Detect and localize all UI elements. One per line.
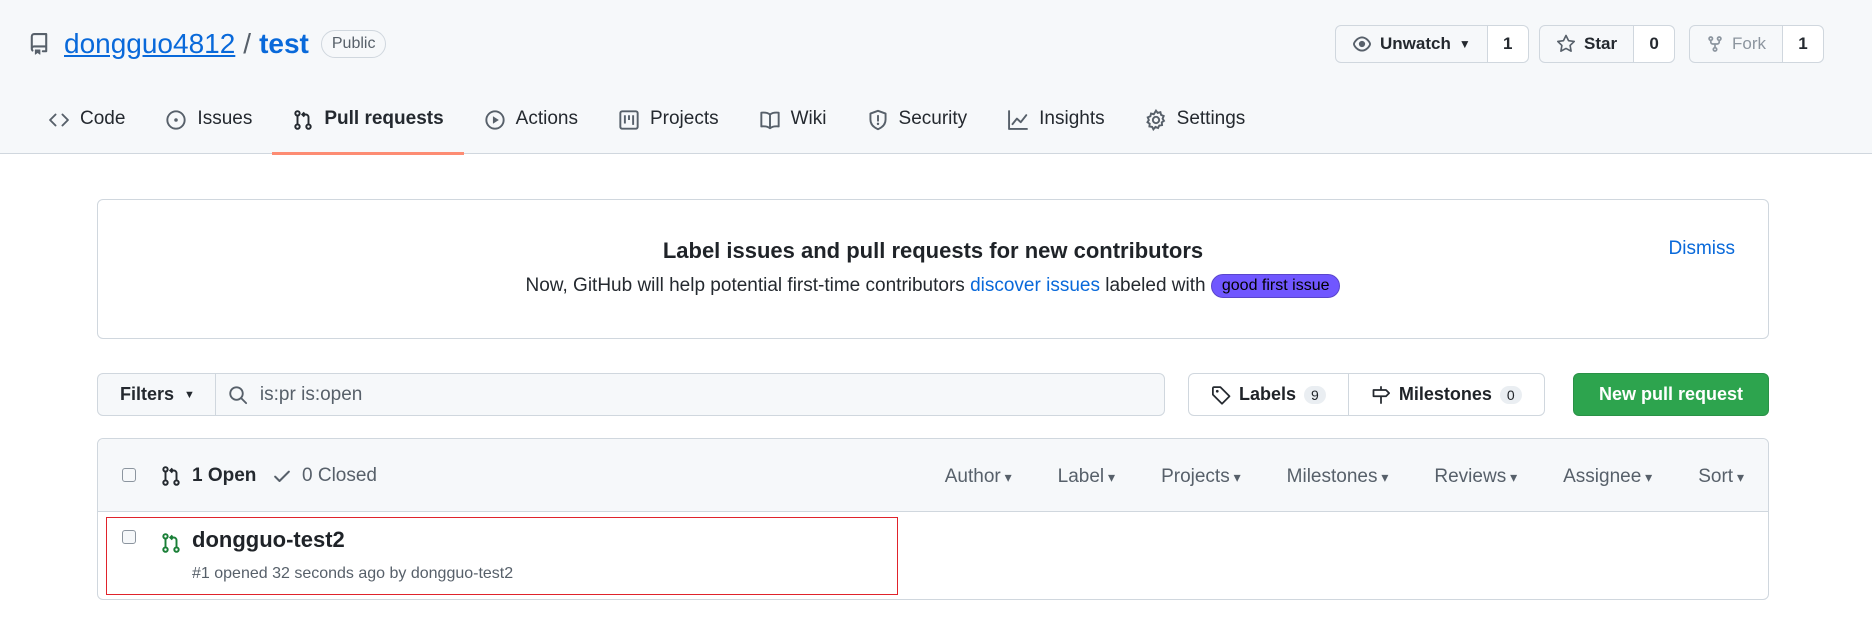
- watch-button-group: Unwatch ▼ 1: [1335, 25, 1529, 63]
- labels-label: Labels: [1239, 384, 1297, 404]
- list-header: 1 Open 0 Closed Author Label Projects Mi…: [98, 439, 1768, 512]
- tab-label: Code: [80, 108, 126, 129]
- visibility-badge: Public: [320, 30, 387, 58]
- book-icon: [760, 111, 780, 130]
- eye-icon: [1353, 36, 1371, 52]
- search-icon: [229, 385, 247, 404]
- star-button[interactable]: Star: [1540, 26, 1635, 62]
- fork-button-group: Fork 1: [1689, 25, 1824, 63]
- contributor-banner: Label issues and pull requests for new c…: [97, 199, 1769, 339]
- repo-header: dongguo4812 / test Public Unwatch ▼ 1 St…: [0, 0, 1872, 155]
- milestone-icon: [1372, 385, 1390, 404]
- milestones-count: 0: [1499, 385, 1522, 404]
- tab-label: Pull requests: [324, 108, 444, 129]
- repo-nav-tabs: Code Issues Pull requests Actions Projec…: [28, 98, 1266, 155]
- filter-bar: Filters ▼: [97, 373, 1165, 416]
- projects-dropdown[interactable]: Projects: [1161, 466, 1241, 488]
- sort-options: Author Label Projects Milestones Reviews…: [945, 466, 1744, 488]
- gear-icon: [1145, 109, 1165, 131]
- open-filter[interactable]: 1 Open: [160, 465, 256, 487]
- select-all-checkbox[interactable]: [122, 468, 136, 482]
- banner-title: Label issues and pull requests for new c…: [662, 238, 1204, 263]
- labels-count: 9: [1304, 385, 1326, 404]
- pull-request-icon: [294, 110, 313, 130]
- milestones-button[interactable]: Milestones 0: [1347, 374, 1544, 415]
- star-button-group: Star 0: [1539, 25, 1676, 63]
- unwatch-label: Unwatch: [1380, 34, 1451, 53]
- tab-projects[interactable]: Projects: [598, 98, 739, 154]
- code-icon: [49, 113, 69, 127]
- repo-name-link[interactable]: test: [259, 28, 309, 60]
- tab-label: Insights: [1039, 108, 1105, 129]
- author-dropdown[interactable]: Author: [945, 466, 1012, 488]
- repo-title: dongguo4812 / test Public: [28, 24, 387, 64]
- play-icon: [485, 110, 505, 130]
- fork-count[interactable]: 1: [1783, 26, 1823, 62]
- issue-icon: [166, 110, 187, 130]
- closed-count-label: 0 Closed: [302, 465, 377, 486]
- tab-issues[interactable]: Issues: [145, 98, 272, 154]
- labels-milestones-group: Labels 9 Milestones 0: [1188, 373, 1545, 416]
- highlight-box: [106, 517, 898, 595]
- pull-request-list: 1 Open 0 Closed Author Label Projects Mi…: [97, 438, 1769, 600]
- tab-security[interactable]: Security: [847, 98, 988, 154]
- milestones-dropdown[interactable]: Milestones: [1287, 466, 1389, 488]
- filters-dropdown[interactable]: Filters ▼: [98, 374, 216, 415]
- new-pull-request-button[interactable]: New pull request: [1573, 373, 1769, 416]
- tab-code[interactable]: Code: [28, 98, 145, 154]
- tab-label: Security: [898, 108, 968, 129]
- watch-count[interactable]: 1: [1487, 26, 1528, 62]
- sort-dropdown[interactable]: Sort: [1698, 466, 1744, 488]
- chevron-down-icon: ▼: [184, 388, 195, 401]
- labels-button[interactable]: Labels 9: [1189, 374, 1348, 415]
- pull-request-row: dongguo-test2 #1 opened 32 seconds ago b…: [98, 512, 1768, 600]
- open-count-label: 1 Open: [192, 465, 257, 486]
- fork-button[interactable]: Fork: [1690, 26, 1783, 62]
- reviews-dropdown[interactable]: Reviews: [1434, 466, 1517, 488]
- tab-label: Settings: [1176, 108, 1246, 129]
- tab-label: Issues: [197, 108, 253, 129]
- banner-text-before: Now, GitHub will help potential first-ti…: [525, 275, 971, 296]
- project-icon: [619, 110, 639, 130]
- star-label: Star: [1584, 34, 1618, 53]
- check-icon: [274, 470, 290, 482]
- tab-pull-requests[interactable]: Pull requests: [272, 98, 465, 155]
- label-dropdown[interactable]: Label: [1058, 466, 1115, 488]
- banner-text-after: labeled with: [1099, 275, 1211, 296]
- tab-label: Projects: [649, 108, 719, 129]
- shield-icon: [868, 109, 887, 131]
- dismiss-button[interactable]: Dismiss: [1669, 238, 1736, 260]
- pull-request-icon: [162, 466, 180, 486]
- tab-settings[interactable]: Settings: [1125, 98, 1266, 154]
- search-input[interactable]: [259, 383, 960, 406]
- tab-insights[interactable]: Insights: [987, 98, 1124, 154]
- milestones-label: Milestones: [1398, 384, 1492, 404]
- fork-label: Fork: [1732, 34, 1766, 53]
- banner-description: Now, GitHub will help potential first-ti…: [98, 274, 1768, 298]
- good-first-issue-label[interactable]: good first issue: [1210, 274, 1341, 298]
- repo-icon: [28, 33, 50, 55]
- chevron-down-icon: ▼: [1458, 37, 1471, 51]
- assignee-dropdown[interactable]: Assignee: [1563, 466, 1652, 488]
- tab-wiki[interactable]: Wiki: [739, 98, 847, 154]
- tab-label: Actions: [515, 108, 578, 129]
- closed-filter[interactable]: 0 Closed: [272, 465, 377, 487]
- tab-label: Wiki: [790, 108, 827, 129]
- tag-icon: [1212, 385, 1231, 405]
- search-box: [216, 374, 1164, 415]
- fork-icon: [1708, 36, 1722, 52]
- repo-owner-link[interactable]: dongguo4812: [64, 28, 235, 60]
- star-icon: [1556, 34, 1576, 52]
- filters-label: Filters: [120, 384, 175, 404]
- repo-separator: /: [243, 28, 252, 59]
- discover-issues-link[interactable]: discover issues: [970, 275, 1100, 296]
- unwatch-button[interactable]: Unwatch ▼: [1336, 26, 1488, 62]
- graph-icon: [1008, 110, 1029, 130]
- tab-actions[interactable]: Actions: [464, 98, 598, 154]
- star-count[interactable]: 0: [1634, 26, 1675, 62]
